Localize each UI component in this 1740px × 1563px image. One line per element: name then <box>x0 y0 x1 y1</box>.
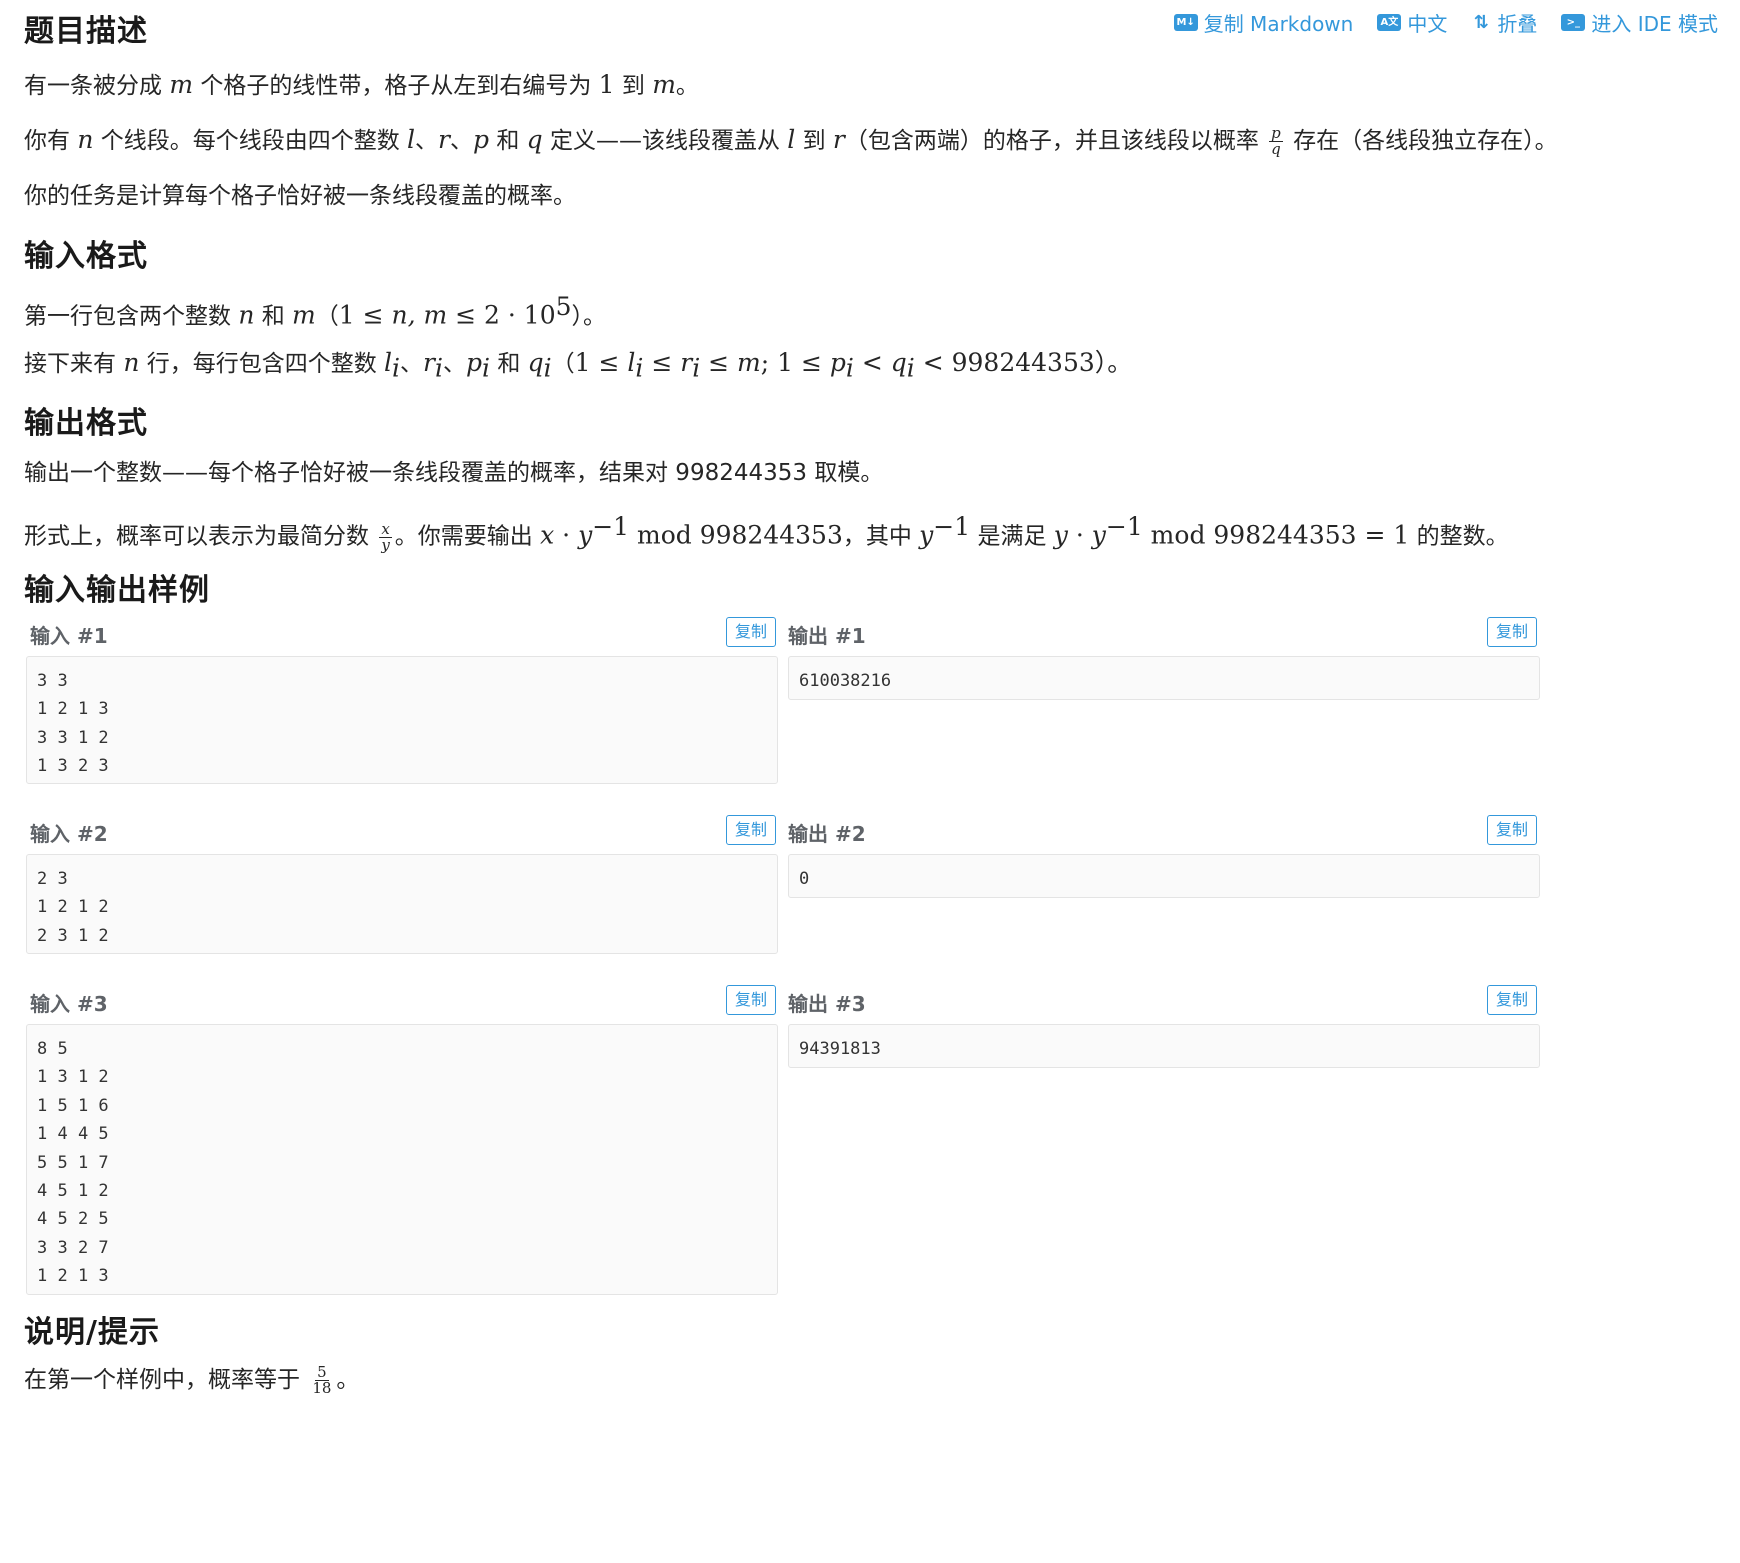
input-format-paragraph-2: 接下来有 n 行，每行包含四个整数 li、ri、pi 和 qi（1 ≤ li ≤… <box>24 348 1133 383</box>
xy-fraction: xy <box>379 519 392 554</box>
description-heading: 题目描述 <box>24 14 148 49</box>
hints-heading: 说明/提示 <box>24 1315 160 1350</box>
sample-input-3[interactable]: 8 5 1 3 1 2 1 5 1 6 1 4 4 5 5 5 1 7 4 5 … <box>26 1024 778 1295</box>
input-format-heading: 输入格式 <box>24 239 148 274</box>
sample-input-1[interactable]: 3 3 1 2 1 3 3 3 1 2 1 3 2 3 <box>26 656 778 784</box>
input-label-1: 输入 #1 <box>30 624 108 648</box>
sample-output-2[interactable]: 0 <box>788 854 1540 898</box>
sample-output-3[interactable]: 94391813 <box>788 1024 1540 1068</box>
markdown-icon: M↓ <box>1173 14 1198 31</box>
translate-icon: A文 <box>1377 14 1402 31</box>
description-paragraph-1: 有一条被分成 m 个格子的线性带，格子从左到右编号为 1 到 m。 <box>24 70 699 99</box>
description-paragraph-3: 你的任务是计算每个格子恰好被一条线段覆盖的概率。 <box>24 183 576 209</box>
input-label-3: 输入 #3 <box>30 992 108 1016</box>
samples-heading: 输入输出样例 <box>24 573 210 608</box>
hints-paragraph-1: 在第一个样例中，概率等于 5 18。 <box>24 1363 360 1397</box>
copy-output-1-button[interactable]: 复制 <box>1487 617 1537 647</box>
description-paragraph-2: 你有 n 个线段。每个线段由四个整数 l、r、p 和 q 定义——该线段覆盖从 … <box>24 124 1558 158</box>
enter-ide-button[interactable]: >_ 进入 IDE 模式 <box>1561 8 1718 37</box>
probability-fraction: pq <box>1269 124 1283 158</box>
output-label-2: 输出 #2 <box>788 822 866 846</box>
input-label-2: 输入 #2 <box>30 822 108 846</box>
copy-output-3-button[interactable]: 复制 <box>1487 985 1537 1015</box>
copy-input-3-button[interactable]: 复制 <box>726 985 776 1015</box>
output-format-heading: 输出格式 <box>24 406 148 441</box>
fold-icon: ⇅ <box>1473 11 1489 33</box>
copy-markdown-label: 复制 Markdown <box>1203 12 1354 36</box>
sample-output-1[interactable]: 610038216 <box>788 656 1540 700</box>
output-format-paragraph-1: 输出一个整数——每个格子恰好被一条线段覆盖的概率，结果对 998244353 取… <box>24 460 884 486</box>
hint-fraction: 5 18 <box>312 1363 332 1397</box>
problem-toolbar: M↓ 复制 Markdown A文 中文 ⇅ 折叠 >_ 进入 IDE 模式 <box>1173 8 1718 37</box>
terminal-icon: >_ <box>1561 14 1586 31</box>
output-format-paragraph-2: 形式上，概率可以表示为最简分数 x y 。你需要输出 x · y−1 mod 998… <box>24 512 1509 554</box>
language-button[interactable]: A文 中文 <box>1377 8 1447 37</box>
enter-ide-label: 进入 IDE 模式 <box>1591 12 1718 36</box>
copy-input-1-button[interactable]: 复制 <box>726 617 776 647</box>
input-format-paragraph-1: 第一行包含两个整数 n 和 m（1 ≤ n, m ≤ 2 · 105）。 <box>24 292 607 330</box>
output-label-1: 输出 #1 <box>788 624 866 648</box>
copy-input-2-button[interactable]: 复制 <box>726 815 776 845</box>
output-label-3: 输出 #3 <box>788 992 866 1016</box>
sample-input-2[interactable]: 2 3 1 2 1 2 2 3 1 2 <box>26 854 778 954</box>
copy-markdown-button[interactable]: M↓ 复制 Markdown <box>1173 8 1354 37</box>
fold-button[interactable]: ⇅ 折叠 <box>1471 8 1538 37</box>
language-label: 中文 <box>1407 12 1448 36</box>
copy-output-2-button[interactable]: 复制 <box>1487 815 1537 845</box>
fold-label: 折叠 <box>1497 12 1538 36</box>
